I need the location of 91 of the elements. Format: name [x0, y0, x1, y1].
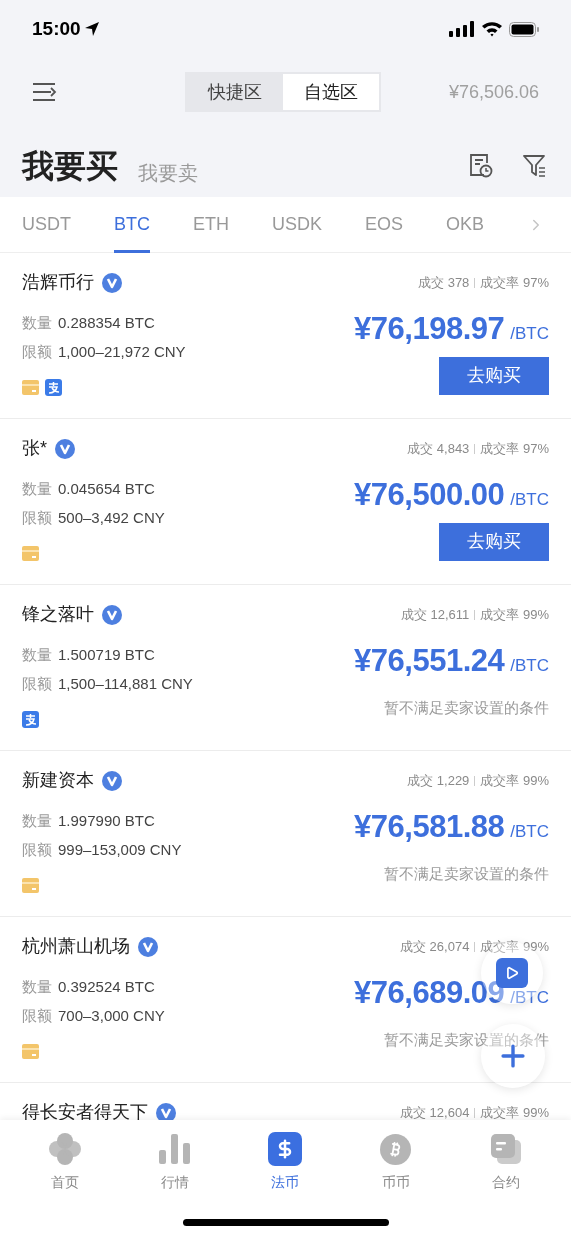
order-history-icon[interactable] — [468, 153, 493, 178]
bottom-tab[interactable]: 法币 — [245, 1132, 326, 1193]
currency-tab[interactable]: ETH — [192, 196, 229, 253]
condition-note: 暂不满足卖家设置的条件 — [384, 863, 549, 884]
trade-count: 成交 12,604 — [400, 1103, 470, 1120]
price: ¥76,551.24 — [354, 642, 505, 680]
quantity-value: 0.288354 BTC — [58, 313, 155, 333]
bottom-tab[interactable]: 行情 — [135, 1132, 216, 1193]
limit-value: 1,000–21,972 CNY — [58, 341, 186, 362]
dollar-icon — [268, 1132, 303, 1166]
limit-label: 限额 — [22, 507, 52, 528]
trade-side-tab[interactable]: 我要买 — [22, 141, 118, 190]
limit-label: 限额 — [22, 1005, 52, 1026]
completion-rate: 成交率 97% — [480, 439, 549, 458]
quantity-label: 数量 — [22, 977, 52, 997]
bar-chart-icon — [159, 1134, 192, 1164]
verified-badge-icon — [55, 438, 75, 459]
price-unit: /BTC — [510, 821, 549, 843]
quantity-label: 数量 — [22, 645, 52, 665]
price: ¥76,500.00 — [354, 476, 505, 514]
verified-badge-icon — [102, 770, 122, 791]
segment-tab[interactable]: 快捷区 — [186, 74, 283, 110]
seller-name[interactable]: 锋之落叶 — [22, 601, 94, 628]
quantity-value: 1.500719 BTC — [58, 645, 155, 665]
quantity-label: 数量 — [22, 811, 52, 831]
limit-value: 1,500–114,881 CNY — [58, 673, 193, 694]
condition-note: 暂不满足卖家设置的条件 — [384, 697, 549, 718]
status-time: 15:00 — [32, 16, 81, 41]
currency-tab[interactable]: USDK — [271, 196, 322, 253]
seller-name[interactable]: 得长安者得天下 — [22, 1099, 148, 1120]
limit-label: 限额 — [22, 341, 52, 362]
alipay-icon — [45, 379, 62, 396]
quantity-label: 数量 — [22, 313, 52, 333]
limit-label: 限额 — [22, 839, 52, 860]
verified-badge-icon — [102, 604, 122, 625]
location-arrow-icon — [84, 22, 99, 36]
bottom-tab[interactable]: 合约 — [465, 1132, 546, 1193]
buy-button[interactable]: 去购买 — [439, 522, 549, 561]
limit-value: 700–3,000 CNY — [58, 1005, 165, 1026]
bottom-tab[interactable]: 币币 — [355, 1132, 436, 1193]
bottom-tab[interactable]: 首页 — [25, 1132, 106, 1193]
quantity-value: 0.392524 BTC — [58, 977, 155, 997]
completion-rate: 成交率 99% — [480, 771, 549, 790]
segment-tab[interactable]: 自选区 — [282, 74, 379, 110]
stacked-cards-icon — [490, 1134, 521, 1164]
verified-badge-icon — [138, 936, 158, 957]
quantity-value: 1.997990 BTC — [58, 811, 155, 831]
seller-name[interactable]: 张* — [22, 435, 47, 462]
currency-tab[interactable]: USDT — [22, 196, 71, 253]
wifi-icon — [481, 21, 503, 37]
completion-rate: 成交率 99% — [480, 937, 549, 956]
trade-count: 成交 26,074 — [400, 937, 470, 956]
bank-card-icon — [22, 546, 39, 561]
seller-name[interactable]: 新建资本 — [22, 767, 94, 794]
currency-tab[interactable]: EOS — [364, 196, 403, 253]
price: ¥76,198.97 — [354, 310, 505, 348]
limit-value: 500–3,492 CNY — [58, 507, 165, 528]
seller-name[interactable]: 浩辉币行 — [22, 269, 94, 296]
limit-label: 限额 — [22, 673, 52, 694]
price-unit: /BTC — [510, 489, 549, 511]
filter-icon[interactable] — [523, 153, 547, 178]
trade-count: 成交 378 — [418, 273, 470, 292]
trade-count: 成交 1,229 — [407, 771, 470, 790]
trade-count: 成交 4,843 — [407, 439, 470, 458]
clover-icon — [48, 1132, 83, 1166]
bank-card-icon — [22, 380, 39, 395]
completion-rate: 成交率 99% — [480, 605, 549, 624]
quantity-value: 0.045654 BTC — [58, 479, 155, 499]
price-unit: /BTC — [510, 323, 549, 345]
seller-name[interactable]: 杭州萧山机场 — [22, 933, 130, 960]
menu-icon[interactable] — [32, 82, 57, 102]
bank-card-icon — [22, 1044, 39, 1059]
verified-badge-icon — [102, 272, 122, 293]
trade-count: 成交 12,611 — [400, 605, 470, 624]
limit-value: 999–153,009 CNY — [58, 839, 182, 860]
completion-rate: 成交率 99% — [480, 1103, 549, 1120]
alipay-icon — [22, 711, 39, 728]
price-unit: /BTC — [510, 655, 549, 677]
index-price: ¥76,506.06 — [448, 80, 539, 104]
price: ¥76,689.09 — [354, 974, 505, 1012]
buy-button[interactable]: 去购买 — [439, 356, 549, 395]
price-unit: /BTC — [510, 987, 549, 1009]
trade-side-tab[interactable]: 我要卖 — [138, 157, 198, 190]
quantity-label: 数量 — [22, 479, 52, 499]
bitcoin-icon — [380, 1133, 412, 1165]
currency-tab[interactable]: OKB — [445, 196, 484, 253]
battery-icon — [509, 21, 539, 37]
completion-rate: 成交率 97% — [480, 273, 549, 292]
price: ¥76,581.88 — [354, 808, 505, 846]
bank-card-icon — [22, 878, 39, 893]
signal-icon — [449, 21, 475, 37]
